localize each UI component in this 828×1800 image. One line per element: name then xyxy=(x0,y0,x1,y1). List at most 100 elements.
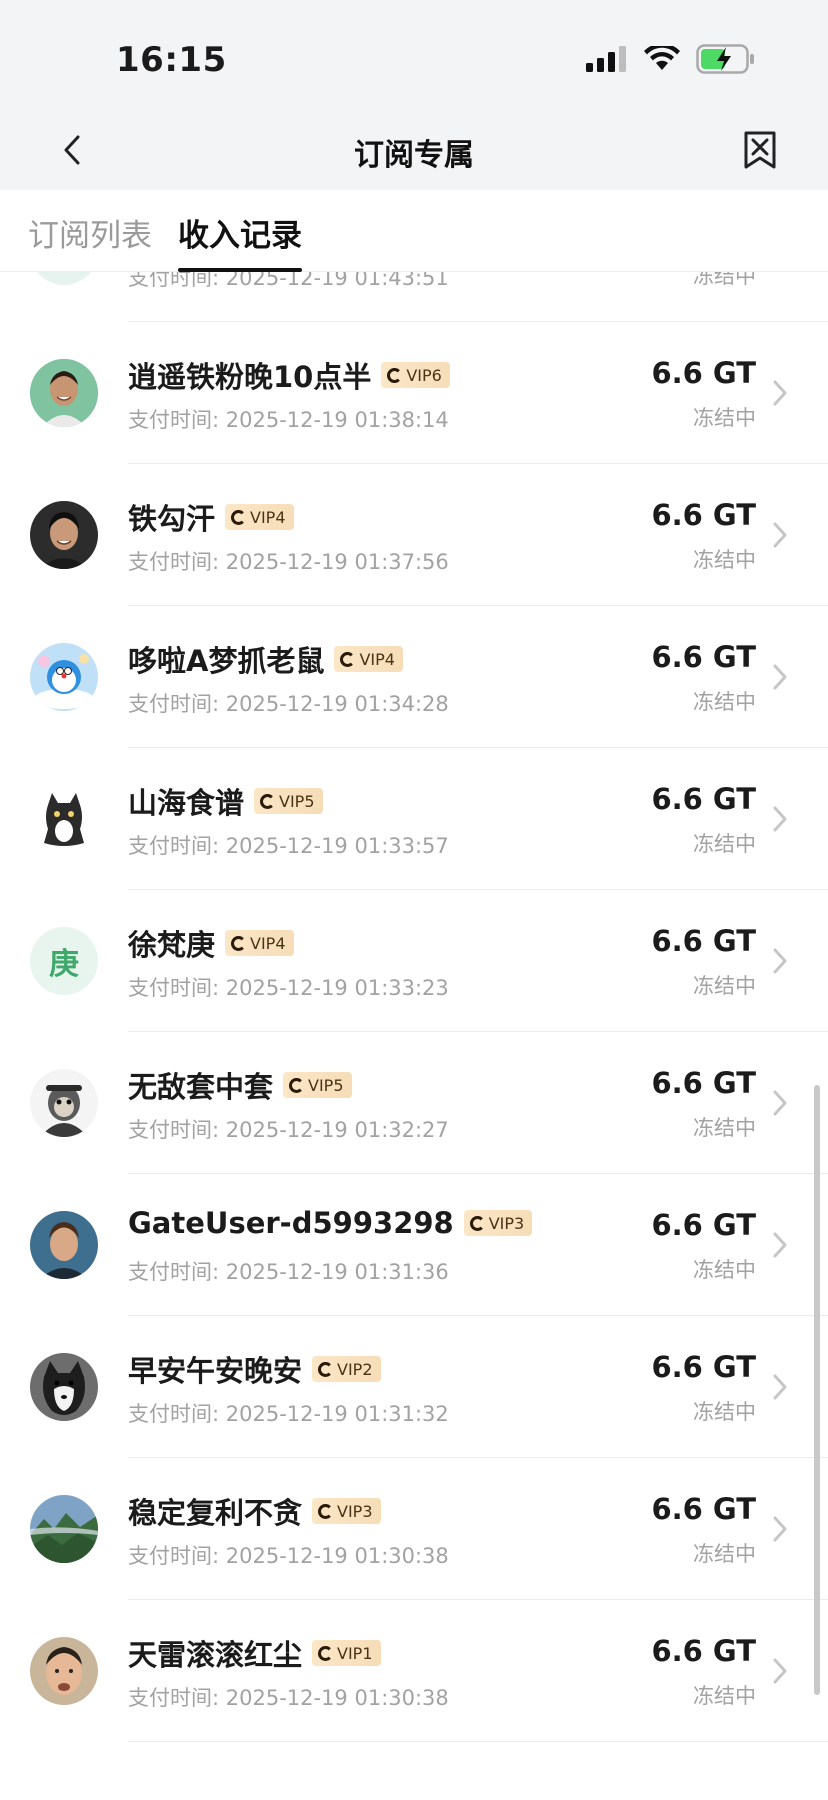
vip-badge: VIP3 xyxy=(463,1210,533,1236)
list-item[interactable]: GateUser-d5993298 VIP3 支付时间: 2025-12-19 … xyxy=(0,1174,828,1316)
list-item[interactable]: 天雷滚滚红尘 VIP1 支付时间: 2025-12-19 01:30:38 6.… xyxy=(0,1600,828,1742)
vip-icon xyxy=(289,1077,305,1093)
chevron-right-icon xyxy=(773,1516,787,1542)
record-status: 冻结中 xyxy=(693,272,756,288)
list-item[interactable]: 哆啦A梦抓老鼠 VIP4 支付时间: 2025-12-19 01:34:28 6… xyxy=(0,606,828,748)
vip-icon xyxy=(318,1503,334,1519)
chevron-right-icon xyxy=(773,380,787,406)
amount: 6.6 GT xyxy=(651,1634,756,1668)
name-line: 逍遥铁粉晚10点半 VIP6 xyxy=(128,354,450,396)
paid-time: 支付时间: 2025-12-19 01:31:32 xyxy=(128,1402,449,1426)
chevron-right-icon xyxy=(773,664,787,690)
name-line: 天雷滚滚红尘 VIP1 xyxy=(128,1632,381,1674)
vip-badge: VIP5 xyxy=(254,788,323,814)
vip-badge: VIP1 xyxy=(312,1640,381,1666)
subscriber-name: 无敌套中套 xyxy=(128,1070,274,1104)
list-item[interactable]: 支付时间: 2025-12-19 01:43:51 冻结中 xyxy=(0,272,828,322)
amount: 6.6 GT xyxy=(651,782,756,816)
list-item[interactable]: 早安午安晚安 VIP2 支付时间: 2025-12-19 01:31:32 6.… xyxy=(0,1316,828,1458)
subscriber-name: 山海食谱 xyxy=(128,786,245,820)
amount: 6.6 GT xyxy=(651,1350,756,1384)
chevron-right-icon xyxy=(773,948,787,974)
list-item[interactable]: 逍遥铁粉晚10点半 VIP6 支付时间: 2025-12-19 01:38:14… xyxy=(0,322,828,464)
tab-income-records[interactable]: 收入记录 xyxy=(178,210,302,272)
page-title: 订阅专属 xyxy=(354,138,474,173)
avatar xyxy=(30,643,98,711)
subscriber-name: 徐梵庚 xyxy=(128,928,216,962)
wifi-icon xyxy=(644,46,680,70)
avatar xyxy=(30,785,98,853)
vip-icon xyxy=(340,651,356,667)
record-status: 冻结中 xyxy=(693,690,756,714)
vip-icon xyxy=(387,367,403,383)
divider xyxy=(128,1741,828,1742)
paid-time: 支付时间: 2025-12-19 01:34:28 xyxy=(128,692,449,716)
subscriber-name: GateUser-d5993298 xyxy=(128,1206,454,1240)
bookmark-button[interactable] xyxy=(736,126,784,174)
name-line: 早安午安晚安 VIP2 xyxy=(128,1348,381,1390)
avatar-letter: 庚 xyxy=(49,947,79,982)
avatar xyxy=(30,359,98,427)
name-line: GateUser-d5993298 VIP3 xyxy=(128,1206,533,1240)
chevron-right-icon xyxy=(773,1232,787,1258)
paid-time: 支付时间: 2025-12-19 01:43:51 xyxy=(128,272,449,290)
avatar xyxy=(30,1495,98,1563)
vip-icon xyxy=(231,509,247,525)
record-status: 冻结中 xyxy=(693,1400,756,1424)
active-tab-indicator xyxy=(178,268,302,272)
paid-time: 支付时间: 2025-12-19 01:37:56 xyxy=(128,550,449,574)
paid-time: 支付时间: 2025-12-19 01:32:27 xyxy=(128,1118,449,1142)
avatar: 庚 xyxy=(30,927,98,995)
scrollbar[interactable] xyxy=(814,1085,820,1695)
vip-icon xyxy=(260,793,276,809)
record-status: 冻结中 xyxy=(693,548,756,572)
tab-subscription-list[interactable]: 订阅列表 xyxy=(28,210,152,272)
amount: 6.6 GT xyxy=(651,356,756,390)
cellular-signal-icon xyxy=(586,46,626,72)
subscriber-name: 稳定复利不贪 xyxy=(128,1496,303,1530)
vip-icon xyxy=(318,1361,334,1377)
list-item[interactable]: 铁勾汗 VIP4 支付时间: 2025-12-19 01:37:56 6.6 G… xyxy=(0,464,828,606)
vip-icon xyxy=(231,935,247,951)
paid-time: 支付时间: 2025-12-19 01:30:38 xyxy=(128,1686,449,1710)
record-status: 冻结中 xyxy=(693,832,756,856)
name-line: 稳定复利不贪 VIP3 xyxy=(128,1490,381,1532)
record-status: 冻结中 xyxy=(693,406,756,430)
subscriber-name: 逍遥铁粉晚10点半 xyxy=(128,360,372,394)
vip-badge: VIP4 xyxy=(225,930,294,956)
record-status: 冻结中 xyxy=(693,974,756,998)
subscriber-name: 铁勾汗 xyxy=(128,502,216,536)
vip-badge: VIP4 xyxy=(225,504,294,530)
list-item[interactable]: 稳定复利不贪 VIP3 支付时间: 2025-12-19 01:30:38 6.… xyxy=(0,1458,828,1600)
avatar xyxy=(30,1211,98,1279)
amount: 6.6 GT xyxy=(651,1208,756,1242)
name-line: 山海食谱 VIP5 xyxy=(128,780,323,822)
chevron-right-icon xyxy=(773,1374,787,1400)
paid-time: 支付时间: 2025-12-19 01:33:57 xyxy=(128,834,449,858)
paid-time: 支付时间: 2025-12-19 01:38:14 xyxy=(128,408,449,432)
chevron-right-icon xyxy=(773,806,787,832)
vip-badge: VIP2 xyxy=(312,1356,381,1382)
record-status: 冻结中 xyxy=(693,1684,756,1708)
status-time: 16:15 xyxy=(116,40,227,80)
vip-badge: VIP5 xyxy=(283,1072,352,1098)
income-record-list[interactable]: 支付时间: 2025-12-19 01:43:51 冻结中 逍遥铁粉晚10点半 … xyxy=(0,272,828,1800)
vip-badge: VIP6 xyxy=(381,362,450,388)
bookmark-check-icon xyxy=(744,131,776,169)
chevron-right-icon xyxy=(773,1658,787,1684)
vip-icon xyxy=(318,1645,334,1661)
name-line: 徐梵庚 VIP4 xyxy=(128,922,294,964)
amount: 6.6 GT xyxy=(651,1492,756,1526)
paid-time: 支付时间: 2025-12-19 01:30:38 xyxy=(128,1544,449,1568)
paid-time: 支付时间: 2025-12-19 01:31:36 xyxy=(128,1260,449,1284)
avatar xyxy=(30,1353,98,1421)
subscriber-name: 早安午安晚安 xyxy=(128,1354,303,1388)
list-item[interactable]: 山海食谱 VIP5 支付时间: 2025-12-19 01:33:57 6.6 … xyxy=(0,748,828,890)
subscriber-name: 天雷滚滚红尘 xyxy=(128,1638,303,1672)
name-line: 哆啦A梦抓老鼠 VIP4 xyxy=(128,638,403,680)
list-item[interactable]: 庚 徐梵庚 VIP4 支付时间: 2025-12-19 01:33:23 6.6… xyxy=(0,890,828,1032)
amount: 6.6 GT xyxy=(651,924,756,958)
list-item[interactable]: 无敌套中套 VIP5 支付时间: 2025-12-19 01:32:27 6.6… xyxy=(0,1032,828,1174)
paid-time: 支付时间: 2025-12-19 01:33:23 xyxy=(128,976,449,1000)
subscriber-name: 哆啦A梦抓老鼠 xyxy=(128,644,325,678)
